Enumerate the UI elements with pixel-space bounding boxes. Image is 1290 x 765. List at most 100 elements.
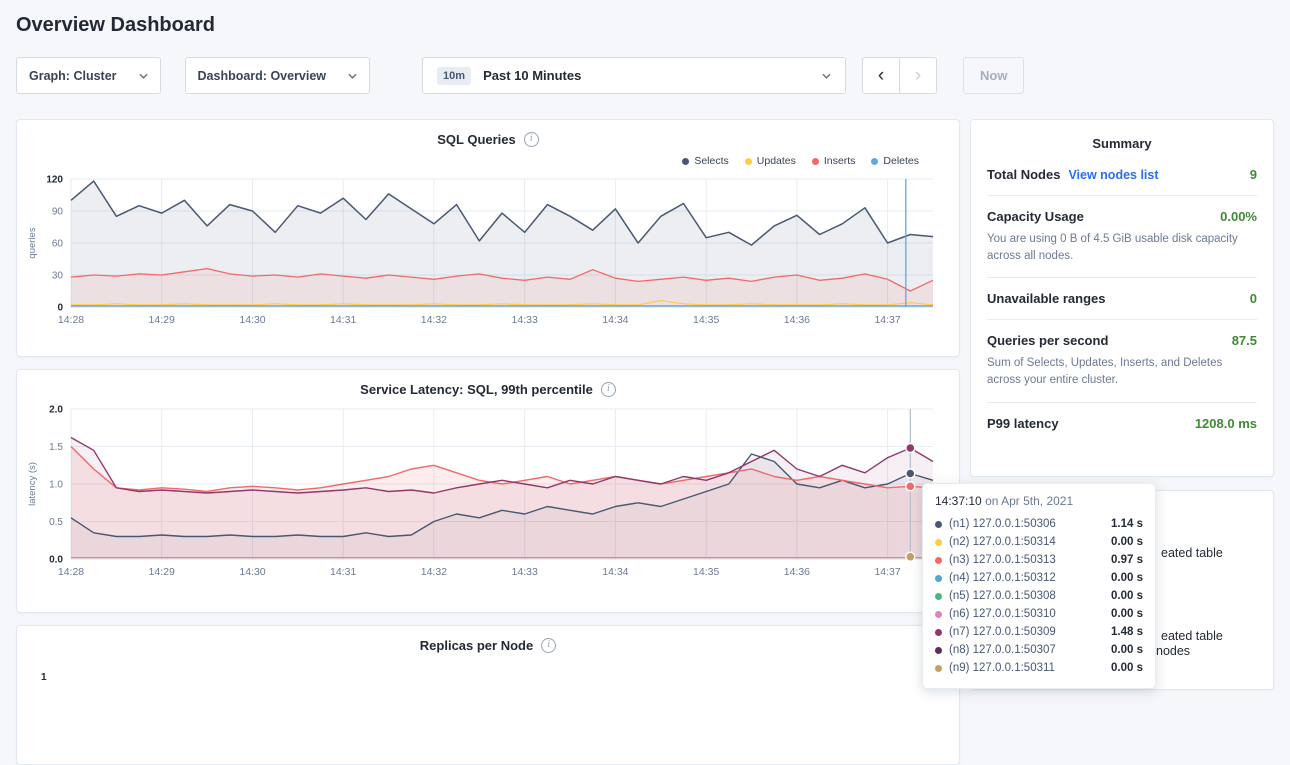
svg-text:latency (s): latency (s) xyxy=(27,462,38,506)
time-next-button[interactable]: › xyxy=(899,57,937,94)
legend-label: Inserts xyxy=(824,155,856,167)
svg-text:queries: queries xyxy=(27,227,38,258)
info-icon[interactable]: i xyxy=(601,382,616,397)
node-address: (n7) 127.0.0.1:50309 xyxy=(949,626,1056,638)
event-item-fragment[interactable]: eated table xyxy=(1161,629,1223,643)
chart-title: SQL Queries xyxy=(437,132,516,147)
summary-heading: Summary xyxy=(987,136,1257,151)
node-color-dot xyxy=(935,521,942,528)
p99-latency-value: 1208.0 ms xyxy=(1195,416,1257,431)
node-latency-value: 1.48 s xyxy=(1111,626,1143,638)
queries-per-second-row: Queries per second 87.5 xyxy=(987,333,1257,348)
node-address: (n9) 127.0.0.1:50311 xyxy=(949,662,1055,674)
capacity-usage-row: Capacity Usage 0.00% xyxy=(987,209,1257,224)
graph-dropdown-label: Graph: Cluster xyxy=(29,69,117,83)
svg-text:14:28: 14:28 xyxy=(58,314,84,326)
service-latency-chart-card: Service Latency: SQL, 99th percentile i … xyxy=(16,369,960,613)
sql-queries-title-row: SQL Queries i xyxy=(17,120,959,147)
replicas-per-node-chart-card: Replicas per Node i 1 xyxy=(16,625,960,765)
tooltip-row-n1: (n1) 127.0.0.1:503061.14 s xyxy=(935,515,1143,533)
legend-dot-selects xyxy=(682,158,689,165)
queries-per-second-value: 87.5 xyxy=(1232,333,1257,348)
total-nodes-row: Total Nodes View nodes list 9 xyxy=(987,167,1257,182)
svg-text:14:36: 14:36 xyxy=(784,314,810,326)
time-range-badge: 10m xyxy=(437,67,471,85)
svg-text:14:31: 14:31 xyxy=(330,566,356,578)
node-address: (n8) 127.0.0.1:50307 xyxy=(949,644,1056,656)
dashboard-dropdown[interactable]: Dashboard: Overview xyxy=(185,57,371,94)
info-icon[interactable]: i xyxy=(541,638,556,653)
tooltip-row-n6: (n6) 127.0.0.1:503100.00 s xyxy=(935,605,1143,623)
svg-text:1.0: 1.0 xyxy=(49,480,63,491)
divider xyxy=(987,319,1257,320)
tooltip-header: 14:37:10 on Apr 5th, 2021 xyxy=(935,494,1143,508)
event-item-fragment[interactable]: eated table xyxy=(1161,546,1223,560)
sql-queries-chart-canvas[interactable]: 030609012014:2814:2914:3014:3114:3214:33… xyxy=(25,171,941,327)
total-nodes-label: Total Nodes xyxy=(987,167,1060,182)
tooltip-row-n3: (n3) 127.0.0.1:503130.97 s xyxy=(935,551,1143,569)
chart-hover-tooltip: 14:37:10 on Apr 5th, 2021 (n1) 127.0.0.1… xyxy=(922,483,1156,689)
chevron-down-icon xyxy=(139,73,148,79)
svg-text:14:30: 14:30 xyxy=(239,314,265,326)
info-icon[interactable]: i xyxy=(524,132,539,147)
svg-text:14:29: 14:29 xyxy=(149,314,175,326)
node-latency-value: 0.00 s xyxy=(1111,608,1143,620)
svg-text:1.5: 1.5 xyxy=(49,442,63,453)
node-color-dot xyxy=(935,557,942,564)
node-address: (n4) 127.0.0.1:50312 xyxy=(949,572,1056,584)
capacity-usage-description: You are using 0 B of 4.5 GiB usable disk… xyxy=(987,231,1257,264)
view-nodes-list-link[interactable]: View nodes list xyxy=(1068,168,1158,182)
unavailable-ranges-row: Unavailable ranges 0 xyxy=(987,291,1257,306)
chart-title: Service Latency: SQL, 99th percentile xyxy=(360,382,593,397)
legend-item-updates: Updates xyxy=(745,155,796,167)
tooltip-row-n5: (n5) 127.0.0.1:503080.00 s xyxy=(935,587,1143,605)
legend-label: Selects xyxy=(694,155,728,167)
svg-text:14:30: 14:30 xyxy=(239,566,265,578)
legend-dot-updates xyxy=(745,158,752,165)
summary-panel: Summary Total Nodes View nodes list 9 Ca… xyxy=(970,119,1274,477)
divider xyxy=(987,277,1257,278)
legend-dot-inserts xyxy=(812,158,819,165)
svg-text:120: 120 xyxy=(46,175,63,186)
divider xyxy=(987,402,1257,403)
chart-title: Replicas per Node xyxy=(420,638,533,653)
tooltip-date: on Apr 5th, 2021 xyxy=(985,494,1073,508)
node-address: (n3) 127.0.0.1:50313 xyxy=(949,554,1056,566)
node-latency-value: 0.00 s xyxy=(1111,572,1143,584)
chevron-down-icon xyxy=(822,73,831,79)
service-latency-chart-canvas[interactable]: 0.00.51.01.52.014:2814:2914:3014:3114:32… xyxy=(25,401,941,579)
p99-latency-row: P99 latency 1208.0 ms xyxy=(987,416,1257,431)
tooltip-row-n7: (n7) 127.0.0.1:50309 1.48 s xyxy=(935,623,1143,641)
legend-label: Deletes xyxy=(883,155,919,167)
time-range-dropdown[interactable]: 10m Past 10 Minutes xyxy=(422,57,846,94)
time-prev-button[interactable]: ‹ xyxy=(862,57,900,94)
legend-item-selects: Selects xyxy=(682,155,728,167)
tooltip-node-list: (n1) 127.0.0.1:503061.14 s (n2) 127.0.0.… xyxy=(935,515,1143,677)
replicas-title-row: Replicas per Node i xyxy=(17,626,959,653)
node-address: (n2) 127.0.0.1:50314 xyxy=(949,536,1056,548)
chart-legend: Selects Updates Inserts Deletes xyxy=(17,147,959,167)
node-color-dot xyxy=(935,575,942,582)
legend-label: Updates xyxy=(757,155,796,167)
node-address: (n5) 127.0.0.1:50308 xyxy=(949,590,1056,602)
svg-text:14:34: 14:34 xyxy=(602,314,628,326)
node-latency-value: 0.00 s xyxy=(1111,662,1143,674)
svg-text:90: 90 xyxy=(52,207,64,218)
toolbar: Graph: Cluster Dashboard: Overview 10m P… xyxy=(16,57,1274,94)
svg-text:60: 60 xyxy=(52,239,64,250)
svg-text:14:35: 14:35 xyxy=(693,566,719,578)
graph-dropdown[interactable]: Graph: Cluster xyxy=(16,57,161,94)
event-item-fragment[interactable]: nodes xyxy=(1156,644,1190,658)
chevron-down-icon xyxy=(348,73,357,79)
queries-per-second-description: Sum of Selects, Updates, Inserts, and De… xyxy=(987,355,1257,388)
svg-text:0.5: 0.5 xyxy=(49,517,63,528)
node-color-dot xyxy=(935,611,942,618)
svg-text:14:36: 14:36 xyxy=(784,566,810,578)
node-latency-value: 0.00 s xyxy=(1111,536,1143,548)
now-button[interactable]: Now xyxy=(963,57,1024,94)
tooltip-time: 14:37:10 xyxy=(935,494,982,508)
svg-text:14:34: 14:34 xyxy=(602,566,628,578)
charts-column: SQL Queries i Selects Updates Inserts De… xyxy=(16,119,960,765)
svg-text:14:35: 14:35 xyxy=(693,314,719,326)
p99-latency-label: P99 latency xyxy=(987,416,1059,431)
